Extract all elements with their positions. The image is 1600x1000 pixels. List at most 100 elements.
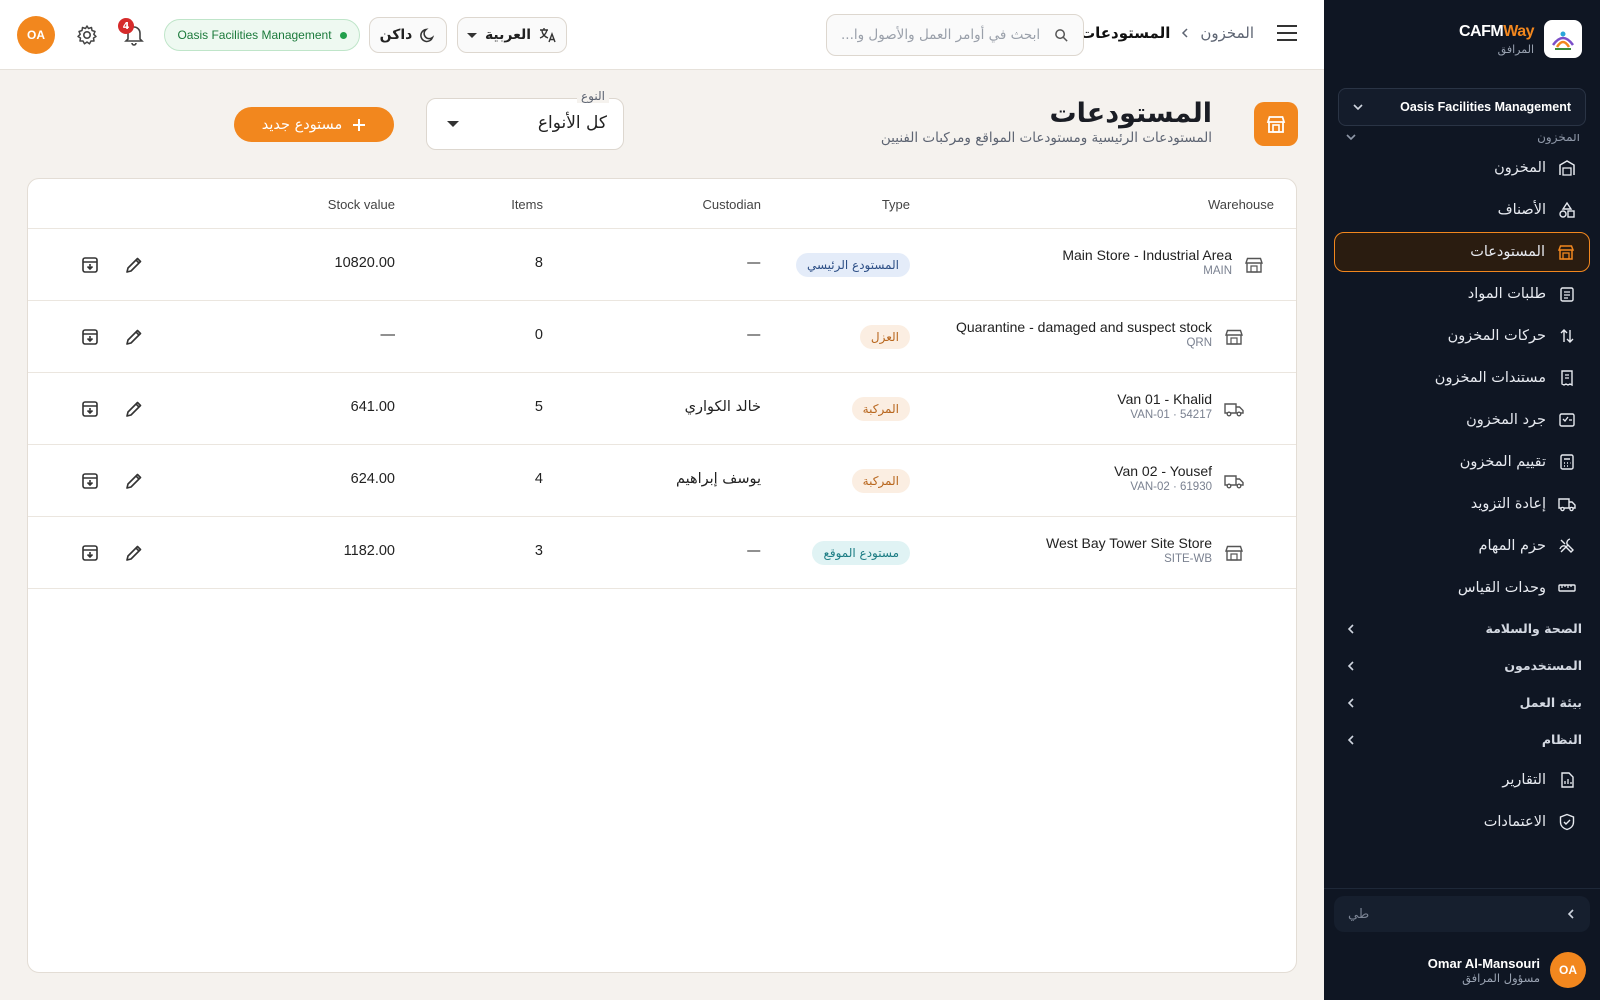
- language-label: العربية: [484, 27, 532, 43]
- caret-down-icon: [447, 121, 459, 127]
- organization-select[interactable]: Oasis Facilities Management: [1338, 88, 1586, 126]
- pencil-icon: [126, 473, 142, 489]
- column-header-custodian[interactable]: Custodian: [702, 197, 761, 212]
- table-row[interactable]: Quarantine - damaged and suspect stock QR…: [28, 301, 1296, 373]
- sidebar-collapse-button[interactable]: طي: [1334, 896, 1590, 932]
- top-bar: المخزون المستودعات ابحث في أوامر العمل و…: [0, 0, 1324, 70]
- warehouse-name[interactable]: Van 02 - Yousef: [1114, 463, 1212, 479]
- table-row[interactable]: Main Store - Industrial Area MAIN المستودع…: [28, 229, 1296, 301]
- sidebar-item-units-of-measure[interactable]: وحدات القياس: [1334, 568, 1590, 608]
- archive-button[interactable]: [80, 399, 100, 419]
- sidebar-item-items[interactable]: الأصناف: [1334, 190, 1590, 230]
- user-name: Omar Al-Mansouri: [1427, 955, 1540, 971]
- edit-button[interactable]: [124, 255, 144, 275]
- column-header-warehouse[interactable]: Warehouse: [1208, 197, 1274, 212]
- sidebar-item-inventory-documents[interactable]: مستندات المخزون: [1334, 358, 1590, 398]
- search-icon: [1055, 28, 1068, 42]
- sidebar-item-replenishment[interactable]: إعادة التزويد: [1334, 484, 1590, 524]
- sidebar-item-inventory[interactable]: المخزون: [1334, 148, 1590, 188]
- translate-icon: [539, 28, 556, 43]
- sidebar-item-warehouses[interactable]: المستودعات: [1334, 232, 1590, 272]
- archive-icon: [82, 401, 98, 417]
- warehouse-name[interactable]: West Bay Tower Site Store: [1046, 535, 1212, 551]
- sidebar-item-label: وحدات القياس: [1457, 580, 1546, 596]
- sidebar-item-stock-count[interactable]: جرد المخزون: [1334, 400, 1590, 440]
- sidebar-item-approvals[interactable]: الاعتمادات: [1334, 802, 1590, 842]
- table-row[interactable]: Van 01 - Khalid VAN-01 · 54217 المركبة خالد…: [28, 373, 1296, 445]
- sidebar-item-reports[interactable]: التقارير: [1334, 760, 1590, 800]
- menu-icon[interactable]: [1276, 24, 1298, 42]
- theme-toggle-button[interactable]: داكن: [369, 17, 447, 53]
- nav-group-users[interactable]: المستخدمون: [1324, 647, 1600, 684]
- sidebar-item-label: حزم المهام: [1478, 538, 1546, 554]
- warehouse-icon: [1559, 160, 1575, 176]
- archive-button[interactable]: [80, 471, 100, 491]
- stock-value: —: [380, 327, 396, 343]
- brand[interactable]: CAFMWay المرافق: [1459, 20, 1582, 58]
- avatar[interactable]: OA: [17, 16, 55, 54]
- edit-button[interactable]: [124, 543, 144, 563]
- gear-icon[interactable]: [76, 24, 98, 46]
- sidebar-item-label: طلبات المواد: [1467, 286, 1546, 302]
- plus-icon: [353, 118, 366, 131]
- stock-value: 10820.00: [334, 255, 395, 271]
- type-badge: المركبة: [851, 469, 910, 493]
- user-profile[interactable]: OA Omar Al-Mansouri مسؤول المرافق: [1428, 952, 1586, 988]
- pencil-icon: [126, 401, 142, 417]
- breadcrumb-parent[interactable]: المخزون: [1200, 24, 1254, 42]
- sidebar-item-label: الاعتمادات: [1483, 814, 1546, 830]
- archive-button[interactable]: [80, 543, 100, 563]
- new-warehouse-button[interactable]: مستودع جديد: [234, 107, 394, 142]
- pencil-icon: [126, 257, 142, 273]
- edit-button[interactable]: [124, 327, 144, 347]
- sidebar-item-stock-valuation[interactable]: تقييم المخزون: [1334, 442, 1590, 482]
- sidebar-item-material-requests[interactable]: طلبات المواد: [1334, 274, 1590, 314]
- calculator-icon: [1560, 454, 1574, 470]
- items-count: 5: [534, 399, 543, 415]
- warehouse-icon: [1224, 327, 1244, 351]
- type-filter-select[interactable]: النوع كل الأنواع: [426, 89, 624, 150]
- warehouse-name[interactable]: Quarantine - damaged and suspect stock: [956, 319, 1212, 335]
- column-header-items[interactable]: Items: [511, 197, 543, 212]
- breadcrumb: المخزون المستودعات: [1080, 24, 1254, 42]
- sidebar-item-label: حركات المخزون: [1447, 328, 1546, 344]
- pencil-icon: [126, 545, 142, 561]
- store-icon: [1557, 245, 1575, 260]
- notifications-button[interactable]: 4: [118, 18, 144, 46]
- truck-icon: [1224, 399, 1244, 423]
- warehouse-name[interactable]: Van 01 - Khalid: [1117, 391, 1212, 407]
- active-organization-badge[interactable]: Oasis Facilities Management: [164, 19, 360, 51]
- shield-check-icon: [1559, 813, 1575, 831]
- global-search-input[interactable]: ابحث في أوامر العمل والأصول وا...: [826, 14, 1084, 56]
- stock-value: 1182.00: [343, 543, 395, 559]
- archive-button[interactable]: [80, 327, 100, 347]
- ruler-icon: [1558, 584, 1576, 592]
- column-header-type[interactable]: Type: [882, 197, 910, 212]
- type-badge: المركبة: [851, 397, 910, 421]
- nav-group-workspace[interactable]: بيئة العمل: [1324, 684, 1600, 721]
- custodian: يوسف إبراهيم: [675, 471, 761, 487]
- sidebar-item-task-kits[interactable]: حزم المهام: [1334, 526, 1590, 566]
- warehouse-icon: [1224, 543, 1244, 567]
- truck-icon: [1224, 471, 1244, 495]
- nav-group-system[interactable]: النظام: [1324, 721, 1600, 758]
- sidebar-item-label: تقييم المخزون: [1459, 454, 1546, 470]
- language-button[interactable]: العربية: [457, 17, 567, 53]
- nav-group-inventory[interactable]: المخزون: [1324, 134, 1600, 146]
- table-row[interactable]: Van 02 - Yousef VAN-02 · 61930 المركبة يوسف…: [28, 445, 1296, 517]
- edit-button[interactable]: [124, 399, 144, 419]
- warehouse-icon: [1244, 255, 1264, 279]
- table-row[interactable]: West Bay Tower Site Store SITE-WB مستودع ا…: [28, 517, 1296, 589]
- warehouse-name[interactable]: Main Store - Industrial Area: [1062, 247, 1232, 263]
- column-header-stock-value[interactable]: Stock value: [328, 197, 395, 212]
- chevron-left-icon: [1347, 734, 1354, 745]
- nav-group-health-safety[interactable]: الصحة والسلامة: [1324, 610, 1600, 647]
- chevron-left-icon: [1347, 623, 1354, 634]
- chevron-down-icon: [1346, 134, 1356, 141]
- avatar: OA: [1550, 952, 1586, 988]
- edit-button[interactable]: [124, 471, 144, 491]
- stock-value: 624.00: [350, 471, 395, 487]
- sidebar-item-stock-movements[interactable]: حركات المخزون: [1334, 316, 1590, 356]
- archive-button[interactable]: [80, 255, 100, 275]
- brand-logo-icon: [1544, 20, 1582, 58]
